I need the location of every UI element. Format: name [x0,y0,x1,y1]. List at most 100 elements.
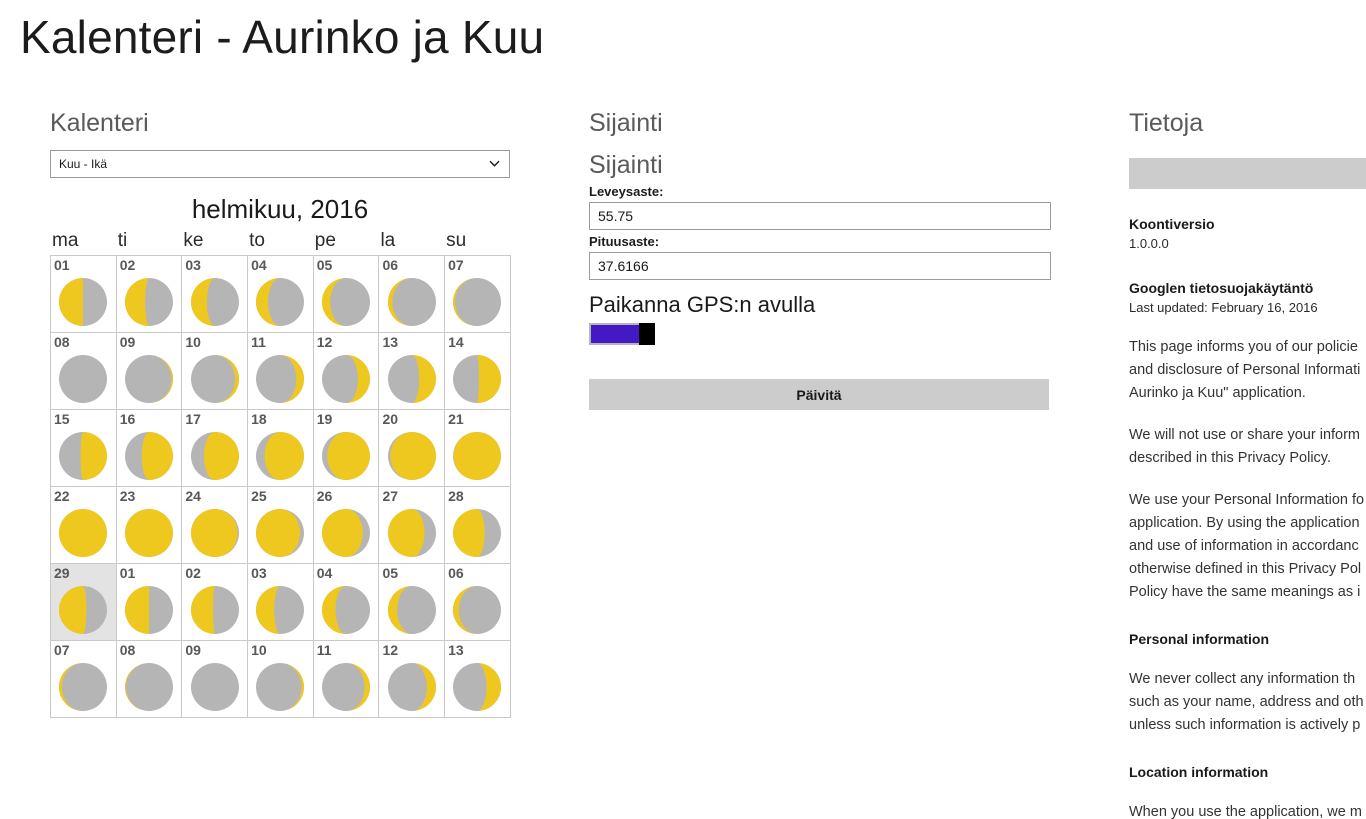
moon-phase-icon [189,661,241,713]
calendar-select-wrapper: Kuu - Ikä [50,150,510,178]
day-number: 05 [317,257,333,273]
calendar-day-cell[interactable]: 24 [182,487,248,564]
moon-phase-icon [320,584,372,636]
about-body: Koontiversio 1.0.0.0 Googlen tietosuojak… [1129,189,1366,819]
calendar-day-cell[interactable]: 18 [248,410,314,487]
calendar-day-cell[interactable]: 06 [445,564,511,641]
calendar-day-cell[interactable]: 15 [51,410,117,487]
calendar-day-cell[interactable]: 13 [445,641,511,718]
calendar-day-cell[interactable]: 06 [379,256,445,333]
day-number: 07 [54,642,70,658]
calendar-day-cell[interactable]: 03 [248,564,314,641]
moon-phase-icon [254,276,306,328]
calendar-day-cell[interactable]: 01 [51,256,117,333]
moon-phase-icon [320,353,372,405]
calendar-mode-select[interactable]: Kuu - Ikä [50,150,510,178]
calendar-day-cell[interactable]: 22 [51,487,117,564]
day-number: 05 [382,565,398,581]
longitude-input[interactable] [589,252,1051,280]
calendar-day-cell[interactable]: 09 [117,333,183,410]
day-number: 11 [317,642,332,658]
day-number: 11 [251,334,266,350]
moon-phase-icon [386,430,438,482]
moon-phase-icon [451,661,503,713]
month-title: helmikuu, 2016 [50,194,510,224]
moon-phase-icon [254,584,306,636]
moon-phase-icon [123,353,175,405]
day-number: 06 [448,565,464,581]
moon-phase-icon [451,584,503,636]
moon-phase-icon [123,507,175,559]
update-button[interactable]: Päivitä [589,379,1049,410]
calendar-day-cell[interactable]: 12 [314,333,380,410]
calendar-day-cell[interactable]: 04 [314,564,380,641]
moon-phase-icon [57,276,109,328]
day-number: 21 [448,411,464,427]
calendar-day-cell[interactable]: 03 [182,256,248,333]
calendar-day-cell[interactable]: 28 [445,487,511,564]
privacy-updated: Last updated: February 16, 2016 [1129,299,1366,317]
moon-phase-icon [189,584,241,636]
day-number: 29 [54,565,70,581]
day-number: 19 [317,411,333,427]
calendar-day-cell[interactable]: 01 [117,564,183,641]
calendar-day-cell[interactable]: 17 [182,410,248,487]
day-number: 28 [448,488,464,504]
calendar-day-cell[interactable]: 09 [182,641,248,718]
moon-phase-icon [451,507,503,559]
moon-phase-icon [189,276,241,328]
calendar-day-cell[interactable]: 21 [445,410,511,487]
privacy-paragraph-4: We never collect any information th such… [1129,668,1366,737]
calendar-day-cell[interactable]: 02 [117,256,183,333]
weekday-pe: pe [313,230,379,252]
day-number: 14 [448,334,464,350]
day-number: 09 [185,642,201,658]
calendar-day-cell[interactable]: 16 [117,410,183,487]
calendar-day-cell[interactable]: 29 [51,564,117,641]
calendar-day-cell[interactable]: 10 [182,333,248,410]
calendar-day-cell[interactable]: 19 [314,410,380,487]
calendar-day-cell[interactable]: 07 [445,256,511,333]
moon-phase-icon [254,507,306,559]
rate-app-button[interactable]: Arvos [1129,158,1366,189]
day-number: 15 [54,411,70,427]
calendar-day-cell[interactable]: 11 [314,641,380,718]
day-number: 03 [251,565,267,581]
calendar-day-cell[interactable]: 26 [314,487,380,564]
calendar-day-cell[interactable]: 23 [117,487,183,564]
calendar-day-cell[interactable]: 25 [248,487,314,564]
personal-information-title: Personal information [1129,630,1366,649]
calendar-day-cell[interactable]: 07 [51,641,117,718]
moon-phase-icon [386,353,438,405]
day-number: 26 [317,488,333,504]
calendar-day-cell[interactable]: 10 [248,641,314,718]
weekday-ma: ma [50,230,116,252]
latitude-input[interactable] [589,202,1051,230]
moon-phase-icon [123,430,175,482]
moon-phase-icon [451,353,503,405]
calendar-day-cell[interactable]: 12 [379,641,445,718]
calendar-day-cell[interactable]: 11 [248,333,314,410]
calendar-day-cell[interactable]: 14 [445,333,511,410]
day-number: 12 [317,334,333,350]
day-number: 09 [120,334,136,350]
privacy-paragraph-2: We will not use or share your inform des… [1129,424,1366,470]
calendar-day-cell[interactable]: 08 [51,333,117,410]
moon-phase-icon [57,584,109,636]
gps-heading: Paikanna GPS:n avulla [589,292,1051,318]
day-number: 07 [448,257,464,273]
moon-phase-icon [57,353,109,405]
calendar-day-cell[interactable]: 20 [379,410,445,487]
privacy-title: Googlen tietosuojakäytäntö [1129,279,1366,298]
calendar-day-cell[interactable]: 05 [314,256,380,333]
gps-toggle-switch[interactable] [589,323,643,345]
calendar-day-cell[interactable]: 27 [379,487,445,564]
moon-phase-icon [386,661,438,713]
calendar-day-cell[interactable]: 05 [379,564,445,641]
calendar-day-cell[interactable]: 13 [379,333,445,410]
day-number: 24 [185,488,201,504]
calendar-day-cell[interactable]: 08 [117,641,183,718]
calendar-day-cell[interactable]: 04 [248,256,314,333]
moon-phase-icon [57,430,109,482]
calendar-day-cell[interactable]: 02 [182,564,248,641]
